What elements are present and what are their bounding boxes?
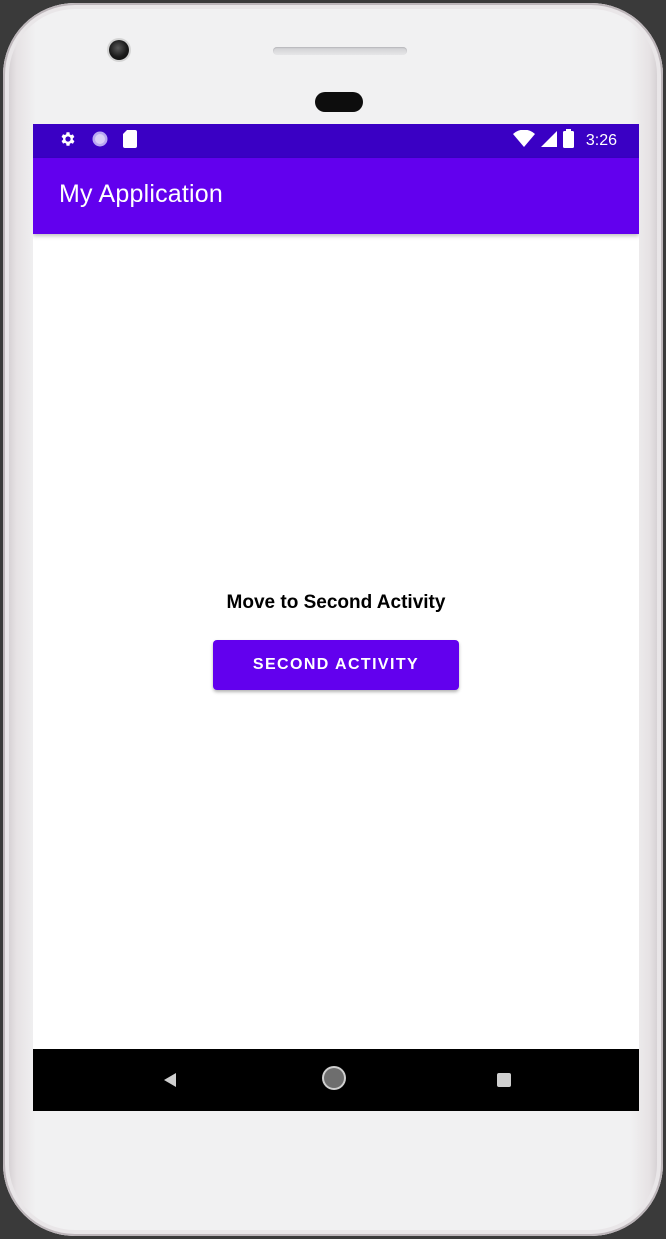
device-frame: 3:26 My Application Move to Second Activ… — [0, 0, 666, 1239]
main-content: Move to Second Activity SECOND ACTIVITY — [33, 234, 639, 1049]
recents-icon[interactable] — [497, 1073, 511, 1087]
status-bar: 3:26 — [33, 124, 639, 158]
status-right-icons: 3:26 — [512, 129, 617, 153]
app-bar: My Application — [33, 158, 639, 234]
screen: 3:26 My Application Move to Second Activ… — [33, 124, 639, 1111]
proximity-sensor — [315, 92, 363, 112]
settings-icon — [59, 130, 77, 153]
navigation-bar — [33, 1049, 639, 1111]
app-title: My Application — [59, 180, 223, 208]
second-activity-button[interactable]: SECOND ACTIVITY — [213, 640, 459, 690]
front-camera — [109, 40, 129, 60]
sd-card-icon — [123, 129, 137, 153]
wifi-icon — [512, 129, 535, 153]
status-time: 3:26 — [585, 132, 617, 149]
circle-icon — [91, 130, 109, 153]
earpiece-speaker — [273, 47, 407, 55]
home-icon[interactable] — [324, 1068, 344, 1088]
back-icon[interactable] — [164, 1073, 176, 1087]
status-left-icons — [59, 129, 137, 153]
battery-icon — [562, 129, 574, 153]
instruction-label: Move to Second Activity — [226, 592, 446, 613]
signal-icon — [540, 130, 557, 152]
phone-body: 3:26 My Application Move to Second Activ… — [3, 3, 663, 1236]
